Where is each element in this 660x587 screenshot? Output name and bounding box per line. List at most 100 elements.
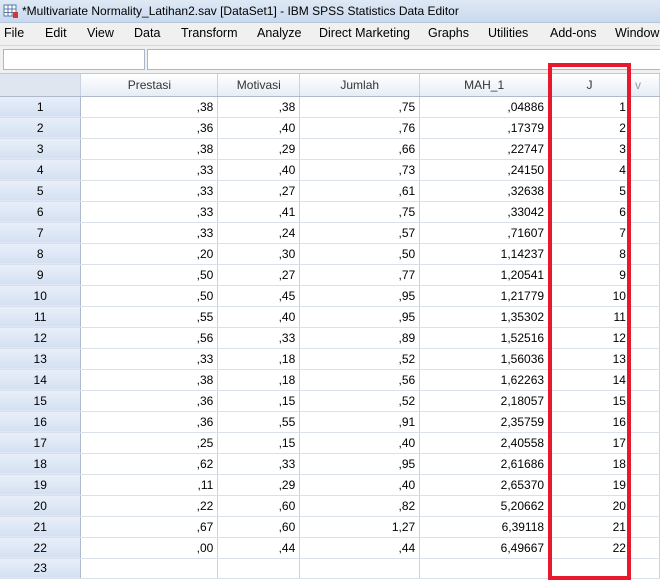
cell-empty[interactable] (630, 453, 660, 475)
menu-view[interactable]: View (87, 26, 114, 40)
cell-prestasi[interactable]: ,33 (80, 201, 219, 223)
row-number[interactable]: 23 (0, 558, 82, 579)
cell-empty[interactable] (630, 537, 660, 559)
cell-prestasi[interactable]: ,20 (80, 243, 219, 265)
cell-motivasi[interactable]: ,44 (217, 537, 301, 559)
cell-motivasi[interactable]: ,45 (217, 285, 301, 307)
cell-j[interactable]: 16 (548, 411, 631, 433)
menu-transform[interactable]: Transform (181, 26, 238, 40)
cell-empty[interactable] (630, 516, 660, 538)
cell-jumlah[interactable]: ,40 (299, 474, 421, 496)
cell-jumlah[interactable] (299, 558, 421, 579)
row-number[interactable]: 14 (0, 369, 82, 391)
row-number[interactable]: 22 (0, 537, 82, 559)
cell-mah-1[interactable]: 1,56036 (419, 348, 550, 370)
cell-empty[interactable] (630, 264, 660, 286)
menu-utilities[interactable]: Utilities (488, 26, 528, 40)
row-number[interactable]: 20 (0, 495, 82, 517)
cell-empty[interactable] (630, 138, 660, 160)
cell-empty[interactable] (630, 327, 660, 349)
cell-prestasi[interactable]: ,50 (80, 285, 219, 307)
row-number[interactable]: 4 (0, 159, 82, 181)
row-number[interactable]: 1 (0, 96, 82, 118)
cell-jumlah[interactable]: ,57 (299, 222, 421, 244)
cell-empty[interactable] (630, 96, 660, 118)
cell-mah-1[interactable]: ,22747 (419, 138, 550, 160)
cell-jumlah[interactable]: ,77 (299, 264, 421, 286)
cell-mah-1[interactable]: 2,35759 (419, 411, 550, 433)
cell-prestasi[interactable]: ,62 (80, 453, 219, 475)
cell-prestasi[interactable]: ,33 (80, 348, 219, 370)
row-number[interactable]: 12 (0, 327, 82, 349)
cell-reference-field[interactable] (3, 49, 145, 70)
cell-empty[interactable] (630, 348, 660, 370)
cell-mah-1[interactable]: ,71607 (419, 222, 550, 244)
column-header-jumlah[interactable]: Jumlah (299, 74, 421, 97)
cell-motivasi[interactable]: ,24 (217, 222, 301, 244)
cell-j[interactable]: 6 (548, 201, 631, 223)
cell-motivasi[interactable]: ,38 (217, 96, 301, 118)
cell-prestasi[interactable]: ,11 (80, 474, 219, 496)
column-header-motivasi[interactable]: Motivasi (217, 74, 301, 97)
cell-mah-1[interactable]: 2,61686 (419, 453, 550, 475)
cell-j[interactable]: 3 (548, 138, 631, 160)
cell-jumlah[interactable]: ,75 (299, 96, 421, 118)
row-number[interactable]: 2 (0, 117, 82, 139)
cell-prestasi[interactable]: ,67 (80, 516, 219, 538)
cell-jumlah[interactable]: ,52 (299, 348, 421, 370)
cell-prestasi[interactable]: ,55 (80, 306, 219, 328)
cell-empty[interactable] (630, 369, 660, 391)
cell-empty[interactable] (630, 474, 660, 496)
cell-empty[interactable] (630, 306, 660, 328)
row-number[interactable]: 6 (0, 201, 82, 223)
cell-motivasi[interactable]: ,30 (217, 243, 301, 265)
cell-empty[interactable] (630, 390, 660, 412)
row-number[interactable]: 9 (0, 264, 82, 286)
cell-jumlah[interactable]: ,40 (299, 432, 421, 454)
row-number[interactable]: 21 (0, 516, 82, 538)
cell-empty[interactable] (630, 117, 660, 139)
cell-mah-1[interactable]: ,33042 (419, 201, 550, 223)
cell-j[interactable]: 10 (548, 285, 631, 307)
cell-j[interactable]: 5 (548, 180, 631, 202)
cell-jumlah[interactable]: ,95 (299, 285, 421, 307)
cell-j[interactable]: 7 (548, 222, 631, 244)
cell-value-editor[interactable] (147, 49, 660, 70)
cell-mah-1[interactable]: 1,14237 (419, 243, 550, 265)
cell-mah-1[interactable]: ,24150 (419, 159, 550, 181)
cell-prestasi[interactable]: ,36 (80, 390, 219, 412)
cell-motivasi[interactable]: ,18 (217, 348, 301, 370)
cell-prestasi[interactable]: ,38 (80, 369, 219, 391)
cell-j[interactable]: 1 (548, 96, 631, 118)
row-number[interactable]: 7 (0, 222, 82, 244)
grid-corner[interactable] (0, 74, 82, 97)
cell-j[interactable]: 9 (548, 264, 631, 286)
cell-motivasi[interactable]: ,40 (217, 159, 301, 181)
cell-motivasi[interactable]: ,40 (217, 117, 301, 139)
cell-motivasi[interactable] (217, 558, 301, 579)
row-number[interactable]: 10 (0, 285, 82, 307)
cell-mah-1[interactable]: 1,20541 (419, 264, 550, 286)
menu-direct-marketing[interactable]: Direct Marketing (319, 26, 410, 40)
cell-motivasi[interactable]: ,29 (217, 474, 301, 496)
cell-motivasi[interactable]: ,33 (217, 327, 301, 349)
cell-mah-1[interactable]: 2,40558 (419, 432, 550, 454)
cell-j[interactable]: 8 (548, 243, 631, 265)
row-number[interactable]: 8 (0, 243, 82, 265)
cell-mah-1[interactable]: 2,18057 (419, 390, 550, 412)
row-number[interactable]: 17 (0, 432, 82, 454)
cell-jumlah[interactable]: ,52 (299, 390, 421, 412)
cell-j[interactable] (548, 558, 631, 579)
cell-j[interactable]: 22 (548, 537, 631, 559)
column-header-mah-1[interactable]: MAH_1 (419, 74, 550, 97)
cell-j[interactable]: 17 (548, 432, 631, 454)
cell-jumlah[interactable]: ,44 (299, 537, 421, 559)
cell-jumlah[interactable]: ,95 (299, 453, 421, 475)
cell-jumlah[interactable]: ,61 (299, 180, 421, 202)
cell-j[interactable]: 21 (548, 516, 631, 538)
row-number[interactable]: 16 (0, 411, 82, 433)
cell-jumlah[interactable]: ,50 (299, 243, 421, 265)
cell-j[interactable]: 12 (548, 327, 631, 349)
cell-motivasi[interactable]: ,27 (217, 180, 301, 202)
cell-empty[interactable] (630, 222, 660, 244)
